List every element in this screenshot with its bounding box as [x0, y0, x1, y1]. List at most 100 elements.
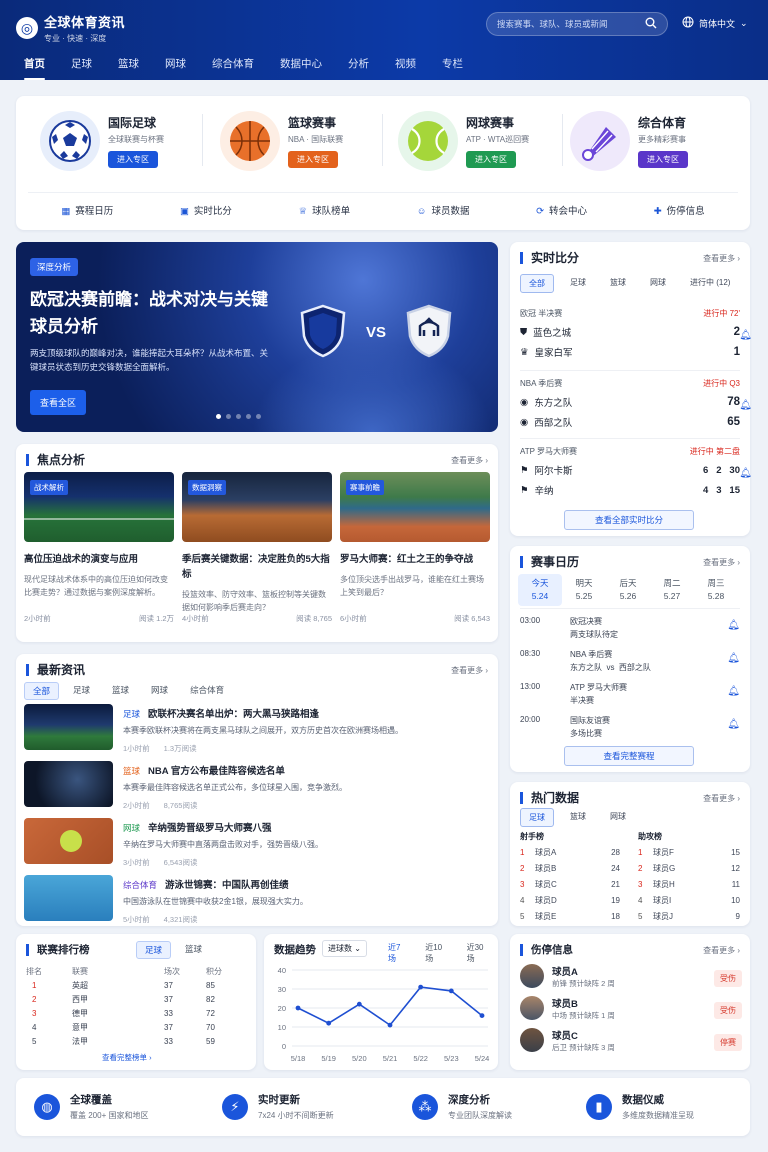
- bell-icon[interactable]: 🔔︎: [727, 620, 740, 631]
- date-tab[interactable]: 后天 5.26: [606, 574, 650, 606]
- date-tab[interactable]: 周二 5.27: [650, 574, 694, 606]
- view-more-link[interactable]: 查看更多: [451, 455, 488, 466]
- view-more-link[interactable]: 查看更多: [451, 665, 488, 676]
- view-more-link[interactable]: 查看更多: [703, 253, 740, 264]
- category-football[interactable]: 国际足球 全球联赛与杯赛 进入专区: [40, 108, 220, 174]
- tab-tennis[interactable]: 网球: [143, 682, 176, 700]
- match-card[interactable]: 欧冠 半决赛 进行中 72' ⛊ 蓝色之城 2 ♛ 皇家白军 1 🔔︎: [520, 308, 752, 359]
- tab-live[interactable]: 进行中 (12): [682, 274, 738, 293]
- tab-football[interactable]: 足球: [65, 682, 98, 700]
- enter-zone-button[interactable]: 进入专区: [638, 151, 688, 168]
- nav-column[interactable]: 专栏: [442, 52, 463, 80]
- category-basketball[interactable]: 篮球赛事 NBA · 国际联赛 进入专区: [220, 108, 400, 174]
- tool-live-score[interactable]: ▣ 实时比分: [180, 203, 232, 217]
- bell-icon[interactable]: 🔔︎: [727, 719, 740, 730]
- injury-row[interactable]: 球员B 中场 预计缺阵 1 周 受伤: [520, 996, 742, 1028]
- bell-icon[interactable]: 🔔︎: [739, 330, 752, 341]
- view-more-link[interactable]: 查看更多: [703, 793, 740, 804]
- bell-icon[interactable]: 🔔︎: [727, 686, 740, 697]
- table-row: 2 西甲 37 82: [32, 994, 215, 1004]
- tool-player-data[interactable]: ☺ 球员数据: [417, 203, 470, 217]
- stadium-thumbnail: [24, 704, 113, 750]
- focus-desc: 多位顶尖选手出战罗马，谁能在红土赛场上笑到最后？: [340, 575, 484, 597]
- nav-data-center[interactable]: 数据中心: [280, 52, 322, 80]
- nav-analysis[interactable]: 分析: [348, 52, 369, 80]
- date-tab[interactable]: 今天 5.24: [518, 574, 562, 606]
- tab-football[interactable]: 足球: [562, 274, 594, 293]
- hero-banner[interactable]: 深度分析 欧冠决赛前瞻：战术对决与关键球员分析 两支顶级球队的巅峰对决，谁能捧起…: [16, 242, 498, 432]
- team-crest-icon: ◉: [520, 396, 529, 408]
- search-icon[interactable]: [645, 17, 657, 31]
- tool-transfer-center[interactable]: ⟳ 转会中心: [536, 203, 587, 217]
- shield-plus-icon: ✚: [653, 206, 662, 217]
- tab-basketball[interactable]: 篮球: [104, 682, 137, 700]
- bell-icon[interactable]: 🔔︎: [739, 468, 752, 479]
- nav-basketball[interactable]: 篮球: [118, 52, 139, 80]
- hero-view-button[interactable]: 查看全区: [30, 390, 87, 415]
- view-full-schedule-button[interactable]: 查看完整赛程: [564, 746, 694, 766]
- category-multisport[interactable]: 综合体育 更多精彩赛事 进入专区: [570, 108, 750, 174]
- live-tabs: 全部 足球 篮球 网球 进行中 (12): [520, 274, 738, 293]
- metric-select[interactable]: 进球数 ⌄: [322, 940, 367, 957]
- tool-schedule-calendar[interactable]: ▦ 赛程日历: [61, 203, 113, 217]
- tool-team-ranking[interactable]: ♕ 球队榜单: [299, 203, 351, 217]
- news-item[interactable]: 篮球 NBA 官方公布最佳阵容候选名单 本赛季最佳阵容候选名单正式公布，多位球星入…: [24, 761, 492, 810]
- tool-injury-info[interactable]: ✚ 伤停信息: [654, 203, 705, 217]
- tab-tennis[interactable]: 网球: [642, 274, 674, 293]
- news-item[interactable]: 综合体育 游泳世锦赛：中国队再创佳绩 中国游泳队在世锦赛中收获2金1银，展现强大实…: [24, 875, 492, 924]
- focus-card[interactable]: 数据洞察 季后赛关键数据：决定胜负的5大指标 投篮效率、防守效率、篮板控制等关键…: [182, 472, 332, 636]
- table-row: 5 球员J 9: [638, 911, 740, 921]
- section-title: 热门数据: [520, 792, 579, 804]
- focus-tag: 战术解析: [30, 480, 68, 495]
- nav-tennis[interactable]: 网球: [165, 52, 186, 80]
- nav-multisport[interactable]: 综合体育: [212, 52, 254, 80]
- match-card[interactable]: ATP 罗马大师赛 进行中 第二盘 ⚑ 阿尔卡斯 6 2 30 ⚑ 辛纳 4 3 15 🔔…: [520, 446, 752, 497]
- language-selector[interactable]: 简体中文 ⌄: [682, 16, 748, 30]
- view-more-link[interactable]: 查看更多: [703, 945, 740, 956]
- tab-tennis[interactable]: 网球: [602, 808, 634, 827]
- divider: [382, 114, 383, 166]
- news-title: 辛纳强势晋级罗马大师赛八强: [148, 823, 272, 834]
- enter-zone-button[interactable]: 进入专区: [108, 151, 158, 168]
- team-crest-icon: [406, 304, 452, 358]
- tab-all[interactable]: 全部: [24, 682, 60, 700]
- bell-icon[interactable]: 🔔︎: [727, 653, 740, 664]
- tab-basketball[interactable]: 篮球: [602, 274, 634, 293]
- tab-multisport[interactable]: 综合体育: [182, 682, 232, 700]
- focus-title: 季后赛关键数据：决定胜负的5大指标: [182, 554, 330, 580]
- team-name: 蓝色之城: [533, 328, 572, 339]
- focus-tag: 赛事前瞻: [346, 480, 384, 495]
- tab-basketball[interactable]: 篮球: [177, 941, 210, 959]
- tab-basketball[interactable]: 篮球: [562, 808, 594, 827]
- enter-zone-button[interactable]: 进入专区: [466, 151, 516, 168]
- view-full-ranking-link[interactable]: 查看完整榜单 ›: [102, 1052, 152, 1063]
- injury-row[interactable]: 球员C 后卫 预计缺阵 3 周 停赛: [520, 1028, 742, 1060]
- nav-video[interactable]: 视频: [395, 52, 416, 80]
- table-row: 4 球员D 19: [520, 895, 620, 905]
- focus-card[interactable]: 赛事前瞻 罗马大师赛：红土之王的争夺战 多位顶尖选手出战罗马，谁能在红土赛场上笑…: [340, 472, 490, 636]
- date-tab[interactable]: 周三 5.28: [694, 574, 738, 606]
- tab-all[interactable]: 全部: [520, 274, 554, 293]
- carousel-dots[interactable]: [216, 414, 261, 419]
- injury-row[interactable]: 球员A 前锋 预计缺阵 2 周 受伤: [520, 964, 742, 996]
- date-tabs: 今天 5.24 明天 5.25 后天 5.26 周二 5.27 周三 5.28: [518, 574, 738, 606]
- news-item[interactable]: 网球 辛纳强势晋级罗马大师赛八强 辛纳在罗马大师赛中直落两盘击败对手，强势晋级八强…: [24, 818, 492, 867]
- bell-icon[interactable]: 🔔︎: [739, 400, 752, 411]
- news-item[interactable]: 足球 欧联杯决赛名单出炉：两大黑马狭路相逢 本赛季欧联杯决赛将在两支黑马球队之间展…: [24, 704, 492, 753]
- nav-football[interactable]: 足球: [71, 52, 92, 80]
- match-card[interactable]: NBA 季后赛 进行中 Q3 ◉ 东方之队 78 ◉ 西部之队 65 🔔︎: [520, 378, 752, 429]
- date-tab[interactable]: 明天 5.25: [562, 574, 606, 606]
- search-input[interactable]: 搜索赛事、球队、球员或新闻: [486, 12, 668, 36]
- category-desc: NBA · 国际联赛: [288, 135, 344, 144]
- enter-zone-button[interactable]: 进入专区: [288, 151, 338, 168]
- view-more-link[interactable]: 查看更多: [703, 557, 740, 568]
- focus-card[interactable]: 战术解析 高位压迫战术的演变与应用 现代足球战术体系中的高位压迫如何改变比赛走势…: [24, 472, 174, 636]
- tab-football[interactable]: 足球: [136, 941, 172, 959]
- nav-home[interactable]: 首页: [24, 52, 45, 80]
- view-all-live-button[interactable]: 查看全部实时比分: [564, 510, 694, 530]
- news-title: 欧联杯决赛名单出炉：两大黑马狭路相逢: [148, 709, 320, 720]
- category-tennis[interactable]: 网球赛事 ATP · WTA巡回赛 进入专区: [398, 108, 578, 174]
- logo[interactable]: ◎ 全球体育资讯 专业 · 快速 · 深度: [16, 12, 125, 44]
- tab-football[interactable]: 足球: [520, 808, 554, 827]
- news-reads: 6,543阅读: [163, 858, 198, 867]
